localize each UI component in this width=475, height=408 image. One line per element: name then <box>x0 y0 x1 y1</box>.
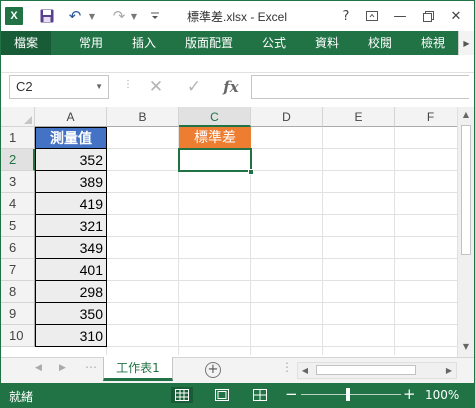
tab-insert[interactable]: 插入 <box>132 31 156 55</box>
fill-handle[interactable] <box>248 169 254 175</box>
excel-app-icon[interactable]: X <box>5 7 23 25</box>
cell-a5[interactable]: 321 <box>35 215 107 237</box>
normal-view-icon[interactable] <box>171 387 193 403</box>
row-header-4[interactable]: 4 <box>1 193 35 215</box>
cell-c1[interactable]: 標準差 <box>179 127 251 149</box>
tab-formulas[interactable]: 公式 <box>262 31 286 55</box>
tab-review[interactable]: 校閱 <box>368 31 392 55</box>
name-box[interactable]: C2 ▼ <box>9 75 109 99</box>
tab-view[interactable]: 檢視 <box>421 31 445 55</box>
cell-a2[interactable]: 352 <box>35 149 107 171</box>
row-header-10[interactable]: 10 <box>1 325 35 347</box>
ribbon-scroll-right-icon[interactable]: ▶ <box>458 31 474 55</box>
status-ready-text: 就緒 <box>9 390 34 404</box>
select-all-button[interactable] <box>1 107 35 127</box>
help-button[interactable]: ? <box>333 5 359 27</box>
vertical-scroll-thumb[interactable] <box>461 125 471 255</box>
scroll-right-icon[interactable]: ▶ <box>442 363 456 378</box>
redo-dropdown-icon[interactable]: ▼ <box>129 6 139 26</box>
row-header-8[interactable]: 8 <box>1 281 35 303</box>
cancel-icon[interactable]: ✕ <box>143 75 169 99</box>
zoom-in-button[interactable]: + <box>403 385 416 403</box>
zoom-level[interactable]: 100% <box>425 388 459 402</box>
title-bar: X ↶ ▼ ↷ ▼ 標準差.xlsx - Excel ? — ✕ <box>1 1 474 31</box>
enter-icon[interactable]: ✓ <box>181 75 207 99</box>
column-header-a[interactable]: A <box>35 107 107 127</box>
cell-a3[interactable]: 389 <box>35 171 107 193</box>
sheet-tab-bar: ◀ ▶ ⋯ 工作表1 + ⋮ ◀ ▶ <box>1 357 474 383</box>
scroll-left-icon[interactable]: ◀ <box>298 363 312 378</box>
undo-dropdown-icon[interactable]: ▼ <box>87 6 97 26</box>
cell-a10[interactable]: 310 <box>35 325 107 347</box>
formula-bar: C2 ▼ ⋮ ✕ ✓ fx <box>1 73 474 105</box>
window-title: 標準差.xlsx - Excel <box>187 10 288 24</box>
tab-home[interactable]: 常用 <box>79 31 103 55</box>
scroll-up-icon[interactable]: ▲ <box>458 107 474 123</box>
ribbon-tab-bar: 檔案 常用 插入 版面配置 公式 資料 校閱 檢視 ▶ <box>1 31 474 55</box>
active-cell-c2[interactable] <box>178 148 252 172</box>
zoom-slider-thumb[interactable] <box>346 388 350 401</box>
cell-a8[interactable]: 298 <box>35 281 107 303</box>
close-button[interactable]: ✕ <box>443 5 469 27</box>
gridline <box>322 127 323 355</box>
tab-data[interactable]: 資料 <box>315 31 339 55</box>
redo-icon[interactable]: ↷ <box>109 6 129 26</box>
sheet-more-icon[interactable]: ⋯ <box>85 360 97 374</box>
tab-file[interactable]: 檔案 <box>1 31 51 55</box>
row-header-9[interactable]: 9 <box>1 303 35 325</box>
page-layout-view-icon[interactable] <box>211 387 233 403</box>
sheet-prev-icon[interactable]: ◀ <box>35 363 42 373</box>
name-box-dropdown-icon[interactable]: ▼ <box>95 76 103 98</box>
vertical-scrollbar[interactable]: ▲ ▼ <box>457 107 474 357</box>
scroll-down-icon[interactable]: ▼ <box>458 339 474 355</box>
column-header-c[interactable]: C <box>179 107 251 127</box>
customize-qat-icon[interactable] <box>145 6 165 26</box>
minimize-button[interactable]: — <box>387 5 413 27</box>
cell-a4[interactable]: 419 <box>35 193 107 215</box>
row-header-5[interactable]: 5 <box>1 215 35 237</box>
row-header-7[interactable]: 7 <box>1 259 35 281</box>
cell-a1[interactable]: 測量值 <box>35 127 107 149</box>
new-sheet-button[interactable]: + <box>205 362 221 378</box>
save-icon[interactable] <box>37 6 57 26</box>
formula-bar-grip-icon: ⋮ <box>123 79 133 90</box>
collapsed-ribbon-area <box>1 55 474 73</box>
horizontal-scroll-thumb[interactable] <box>316 365 416 375</box>
zoom-slider[interactable] <box>301 394 401 395</box>
name-box-value: C2 <box>16 79 33 94</box>
worksheet-grid[interactable]: A B C D E F 1 2 3 4 5 6 7 8 9 10 測量值 標準差 <box>1 107 457 355</box>
cell-a6[interactable]: 349 <box>35 237 107 259</box>
sheet-next-icon[interactable]: ▶ <box>59 363 66 373</box>
formula-input[interactable] <box>251 75 469 99</box>
excel-window: X ↶ ▼ ↷ ▼ 標準差.xlsx - Excel ? — ✕ 檔案 常用 插… <box>0 0 475 408</box>
status-bar: 就緒 − + 100% <box>1 383 474 407</box>
row-header-6[interactable]: 6 <box>1 237 35 259</box>
row-header-3[interactable]: 3 <box>1 171 35 193</box>
zoom-out-button[interactable]: − <box>285 385 298 403</box>
column-header-d[interactable]: D <box>251 107 323 127</box>
row-header-2[interactable]: 2 <box>1 149 35 171</box>
cell-a9[interactable]: 350 <box>35 303 107 325</box>
column-header-e[interactable]: E <box>323 107 395 127</box>
column-header-b[interactable]: B <box>107 107 179 127</box>
page-break-view-icon[interactable] <box>249 387 271 403</box>
cell-a7[interactable]: 401 <box>35 259 107 281</box>
gridline <box>394 127 395 355</box>
horizontal-scrollbar[interactable]: ◀ ▶ <box>297 362 457 379</box>
row-header-1[interactable]: 1 <box>1 127 35 149</box>
undo-icon[interactable]: ↶ <box>65 6 85 26</box>
column-header-f[interactable]: F <box>395 107 457 127</box>
tab-split-icon[interactable]: ⋮ <box>281 360 293 374</box>
insert-function-icon[interactable]: fx <box>217 75 245 99</box>
tab-page-layout[interactable]: 版面配置 <box>185 31 233 55</box>
sheet-tab-1[interactable]: 工作表1 <box>103 357 173 381</box>
restore-icon[interactable] <box>415 5 441 27</box>
ribbon-display-options-icon[interactable] <box>359 5 385 27</box>
